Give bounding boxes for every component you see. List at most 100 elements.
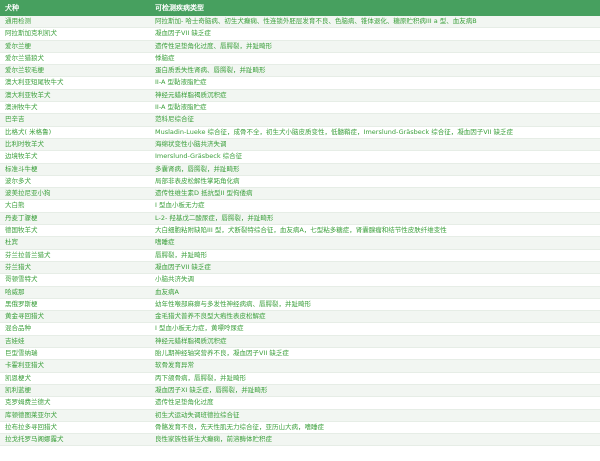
breed-cell: 波尔多犬 — [0, 175, 150, 189]
breed-cell: 芬兰猎犬 — [0, 261, 150, 275]
table-row: 凯恩梗犬 丙下颌骨病，唇腭裂，并趾畸形 — [0, 372, 600, 385]
table-row: 克罗姆费兰德犬 遗传性足垫角化过度 — [0, 396, 600, 410]
disease-cell: 局部非表皮松解性掌跖角化病 — [150, 175, 600, 189]
table-row: 黄金寻回猎犬 金毛猎犬普养不良型大疱性表皮松解症 — [0, 310, 600, 324]
disease-cell: 悸脑症 — [150, 52, 600, 66]
breed-cell: 芬兰拉普兰猎犬 — [0, 249, 150, 262]
breed-cell: 标准斗牛梗 — [0, 163, 150, 176]
table-row: 吉娃娃 神经元蜡样脂褐质沉积症 — [0, 335, 600, 349]
disease-cell: 唇腭裂，并趾畸形 — [150, 249, 600, 262]
disease-cell: 遗传性足垫角化过度 — [150, 396, 600, 410]
disease-cell: 遗传性足垫角化过度、唇腭裂，并趾畸形 — [150, 40, 600, 53]
table-row: 巴辛吉 范科尼综合征 — [0, 113, 600, 127]
breed-cell: 黄金寻回猎犬 — [0, 310, 150, 324]
table-row: 比格犬( 米格鲁) Musladin-Lueke 综合征，成骨不全，初生犬小脑皮质… — [0, 126, 600, 139]
table-row: 爱尔兰猎狼犬 悸脑症 — [0, 52, 600, 66]
disease-cell: Musladin-Lueke 综合征，成骨不全，初生犬小脑皮质变性，低髓鞘症，I… — [150, 126, 600, 139]
breed-cell: 比利时牧羊犬 — [0, 138, 150, 152]
table-row: 阿拉斯加克利凯犬 凝血因子VII 缺乏症 — [0, 27, 600, 41]
breed-cell: 吉娃娃 — [0, 335, 150, 349]
disease-cell: 血友病A — [150, 286, 600, 299]
table-row: 通用检测 阿拉斯加- 哈士奇脑病、初生犬癫痫、性连锁外胚层发育不良、色脑病、锥体退… — [0, 16, 600, 29]
disease-cell: II-A 型黏液脂贮症 — [150, 101, 600, 115]
breed-cell: 黑俄罗斯梗 — [0, 298, 150, 312]
disease-cell: 阿拉斯加- 哈士奇脑病、初生犬癫痫、性连锁外胚层发育不良、色脑病、锥体退化、糖原… — [150, 16, 600, 29]
breed-cell: 哥顿雪特犬 — [0, 273, 150, 287]
table-row: 卡霍利亚猎犬 软骨发育异常 — [0, 359, 600, 373]
header-breed: 犬种 — [0, 0, 150, 16]
table-row: 丹麦丁骤梗 L-2- 羟基戊二酸尿症，唇腭裂，并趾畸形 — [0, 212, 600, 226]
disease-cell: 范科尼综合征 — [150, 113, 600, 127]
table-header-row: 犬种 可检测疾病类型 — [0, 0, 600, 16]
breed-cell: 巨型雪纳瑞 — [0, 347, 150, 361]
header-diseases: 可检测疾病类型 — [150, 0, 600, 16]
breed-cell: 德国牧羊犬 — [0, 224, 150, 238]
table-body: 通用检测 阿拉斯加- 哈士奇脑病、初生犬癫痫、性连锁外胚层发育不良、色脑病、锥体退… — [0, 16, 600, 447]
breed-cell: 拉戈托罗马阁娜露犬 — [0, 433, 150, 447]
breed-cell: 澳大利亚牧羊犬 — [0, 89, 150, 103]
disease-cell: 神经元蜡样脂褐质沉积症 — [150, 335, 600, 349]
breed-cell: 卡霍利亚猎犬 — [0, 359, 150, 373]
disease-cell: 胎儿期神经轴突营养不良，凝血因子VII 缺乏症 — [150, 347, 600, 361]
disease-cell: 多囊肾病，唇腭裂，并趾畸形 — [150, 163, 600, 176]
table-row: 混合品种 I 型血小板无力症，黄嘌呤尿症 — [0, 322, 600, 336]
table-row: 波美拉尼亚小狗 遗传性维生素D 抵抗型II 型佝偻病 — [0, 187, 600, 201]
breed-cell: 澳洲牧牛犬 — [0, 101, 150, 115]
breed-disease-table: 犬种 可检测疾病类型 通用检测 阿拉斯加- 哈士奇脑病、初生犬癫痫、性连锁外胚层发… — [0, 0, 600, 447]
disease-cell: 良性家族性新生犬癫痫，前溶酶体贮积症 — [150, 433, 600, 447]
breed-cell: 大白熊 — [0, 199, 150, 213]
disease-cell: Imerslund-Gräsbeck 综合征 — [150, 150, 600, 164]
breed-cell: 凯恩梗犬 — [0, 372, 150, 385]
disease-cell: 软骨发育异常 — [150, 359, 600, 373]
disease-cell: II-A 型黏液脂贮症 — [150, 76, 600, 90]
disease-cell: 遗传性维生素D 抵抗型II 型佝偻病 — [150, 187, 600, 201]
breed-cell: 库顿德图莱亚尔犬 — [0, 409, 150, 422]
breed-cell: 哈威那 — [0, 286, 150, 299]
table-row: 德国牧羊犬 大白细胞粘附缺陷III 型，犬断裂特综合征，血友病A，七型粘多糖症，肾… — [0, 224, 600, 238]
breed-cell: 波美拉尼亚小狗 — [0, 187, 150, 201]
breed-cell: 丹麦丁骤梗 — [0, 212, 150, 226]
breed-cell: 爱尔兰梗 — [0, 40, 150, 53]
breed-cell: 阿拉斯加克利凯犬 — [0, 27, 150, 41]
disease-cell: 金毛猎犬普养不良型大疱性表皮松解症 — [150, 310, 600, 324]
breed-cell: 杜宾 — [0, 236, 150, 250]
disease-cell: 小脑共济失调 — [150, 273, 600, 287]
disease-cell: 蛋白质丢失性肾病、唇腭裂，并趾畸形 — [150, 64, 600, 78]
table-row: 边境牧羊犬 Imerslund-Gräsbeck 综合征 — [0, 150, 600, 164]
disease-cell: 初生犬运动失调班德拉综合征 — [150, 409, 600, 422]
breed-cell: 澳大利亚短尾牧牛犬 — [0, 76, 150, 90]
disease-cell: 凝血因子VII 缺乏症 — [150, 261, 600, 275]
disease-cell: I 型血小板无力症，黄嘌呤尿症 — [150, 322, 600, 336]
breed-cell: 克罗姆费兰德犬 — [0, 396, 150, 410]
table-row: 库顿德图莱亚尔犬 初生犬运动失调班德拉综合征 — [0, 409, 600, 422]
table-row: 哥顿雪特犬 小脑共济失调 — [0, 273, 600, 287]
table-row: 比利时牧羊犬 海绵状变性小脑共济失调 — [0, 138, 600, 152]
disease-cell: 幼年性喉部麻痹与多发性神经病病、唇腭裂，并趾畸形 — [150, 298, 600, 312]
table-row: 芬兰猎犬 凝血因子VII 缺乏症 — [0, 261, 600, 275]
breed-cell: 爱尔兰软毛梗 — [0, 64, 150, 78]
disease-cell: I 型血小板无力症 — [150, 199, 600, 213]
table-row: 澳大利亚牧羊犬 神经元蜡样脂褐质沉积症 — [0, 89, 600, 103]
table-row: 哈威那 血友病A — [0, 286, 600, 299]
breed-cell: 拉布拉多寻回猎犬 — [0, 421, 150, 435]
breed-cell: 通用检测 — [0, 16, 150, 29]
breed-cell: 爱尔兰猎狼犬 — [0, 52, 150, 66]
disease-cell: 丙下颌骨病，唇腭裂，并趾畸形 — [150, 372, 600, 385]
disease-cell: 骨骼发育不良，先天性肌无力综合征，亚历山大病，嗜睡症 — [150, 421, 600, 435]
breed-cell: 边境牧羊犬 — [0, 150, 150, 164]
table-row: 拉布拉多寻回猎犬 骨骼发育不良，先天性肌无力综合征，亚历山大病，嗜睡症 — [0, 421, 600, 435]
table-row: 波尔多犬 局部非表皮松解性掌跖角化病 — [0, 175, 600, 189]
table-row: 黑俄罗斯梗 幼年性喉部麻痹与多发性神经病病、唇腭裂，并趾畸形 — [0, 298, 600, 312]
table-row: 杜宾 嗜睡症 — [0, 236, 600, 250]
breed-cell: 混合品种 — [0, 322, 150, 336]
disease-cell: 凝血因子XI 缺乏症，唇腭裂，并趾畸形 — [150, 384, 600, 398]
table-row: 拉戈托罗马阁娜露犬 良性家族性新生犬癫痫，前溶酶体贮积症 — [0, 433, 600, 447]
breed-cell: 巴辛吉 — [0, 113, 150, 127]
table-row: 标准斗牛梗 多囊肾病，唇腭裂，并趾畸形 — [0, 163, 600, 176]
disease-cell: 嗜睡症 — [150, 236, 600, 250]
disease-cell: 海绵状变性小脑共济失调 — [150, 138, 600, 152]
table-row: 澳洲牧牛犬 II-A 型黏液脂贮症 — [0, 101, 600, 115]
table-row: 凯利蓝梗 凝血因子XI 缺乏症，唇腭裂，并趾畸形 — [0, 384, 600, 398]
disease-cell: L-2- 羟基戊二酸尿症，唇腭裂，并趾畸形 — [150, 212, 600, 226]
breed-cell: 凯利蓝梗 — [0, 384, 150, 398]
